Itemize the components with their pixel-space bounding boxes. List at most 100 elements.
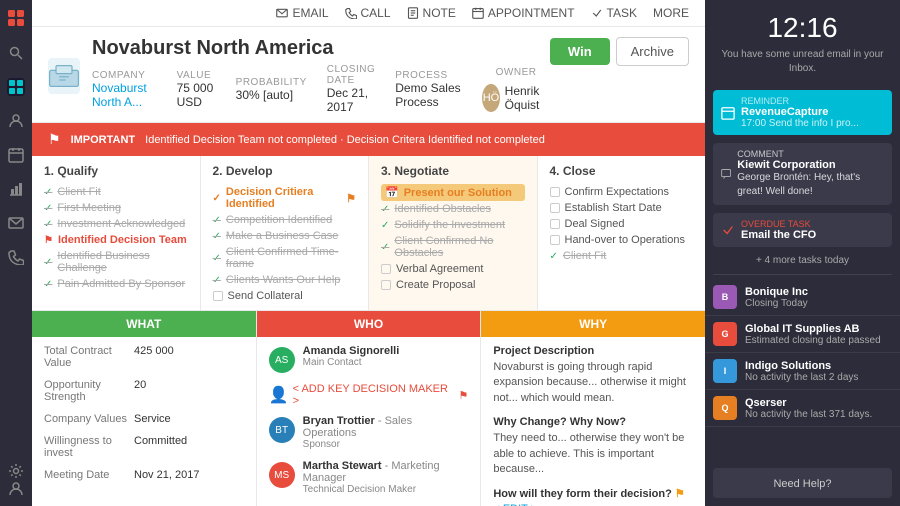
check-icon: ✓	[213, 231, 221, 242]
stage-item[interactable]: ✓ Client Confirmed No Obstacles	[381, 233, 525, 261]
reminder-card[interactable]: REMINDER RevenueCapture 17:00 Send the i…	[713, 90, 892, 135]
sidebar-icon-calendar[interactable]	[7, 146, 25, 164]
stage-negotiate-title: 3. Negotiate	[381, 164, 525, 178]
company-value[interactable]: Novaburst North A...	[92, 81, 157, 109]
stage-item[interactable]: ✓ Pain Admitted By Sponsor	[44, 276, 188, 292]
sidebar-icon-email[interactable]	[7, 214, 25, 232]
stage-item[interactable]: ✓ Competition Identified	[213, 212, 357, 228]
sidebar-icon-people[interactable]	[7, 112, 25, 130]
empty-check-icon	[550, 203, 560, 213]
empty-check-icon	[381, 280, 391, 290]
call-action[interactable]: CALL	[345, 6, 391, 20]
stage-item[interactable]: ✓ Client Fit	[44, 184, 188, 200]
sidebar-icon-chart[interactable]	[7, 180, 25, 198]
task-action[interactable]: TASK	[591, 6, 637, 20]
why-text: They need to... otherwise they won't be …	[493, 431, 693, 477]
company-label: COMPANY	[92, 70, 157, 81]
need-help-button[interactable]: Need Help?	[713, 468, 892, 498]
company-item[interactable]: Q Qserser No activity the last 371 days.	[705, 390, 900, 427]
field-opportunity: Opportunity Strength 20	[44, 379, 244, 403]
empty-check-icon	[381, 264, 391, 274]
add-decision-maker[interactable]: 👤 < ADD KEY DECISION MAKER > ⚑	[269, 383, 469, 407]
field-value: Nov 21, 2017	[134, 469, 199, 481]
check-icon: ✓	[44, 279, 52, 290]
appointment-label: APPOINTMENT	[488, 6, 575, 20]
stage-item-present[interactable]: 📅 Present our Solution	[381, 184, 525, 201]
contact-info: Amanda Signorelli Main Contact	[303, 345, 469, 368]
stage-item[interactable]: ✓ Client Fit	[550, 248, 694, 264]
stage-item[interactable]: ✓ Identified Obstacles	[381, 201, 525, 217]
contact-avatar: MS	[269, 462, 295, 488]
archive-button[interactable]: Archive	[616, 37, 689, 66]
appointment-action[interactable]: APPOINTMENT	[472, 6, 575, 20]
email-label: EMAIL	[292, 6, 328, 20]
stage-item-proposal[interactable]: Create Proposal	[381, 277, 525, 293]
sidebar-icon-crm[interactable]	[7, 78, 25, 96]
win-button[interactable]: Win	[550, 38, 610, 65]
deal-header: Novaburst North America COMPANY Novaburs…	[32, 27, 705, 123]
more-tasks[interactable]: + 4 more tasks today	[705, 251, 900, 270]
field-label: Opportunity Strength	[44, 379, 134, 403]
field-value: 20	[134, 379, 146, 403]
need-help-label: Need Help?	[773, 478, 831, 490]
note-action[interactable]: NOTE	[407, 6, 456, 20]
email-action[interactable]: EMAIL	[276, 6, 328, 20]
note-label: NOTE	[423, 6, 456, 20]
sidebar-icon-search[interactable]	[7, 44, 25, 62]
stage-qualify-title: 1. Qualify	[44, 164, 188, 178]
reminder-info: REMINDER RevenueCapture 17:00 Send the i…	[741, 96, 859, 129]
why-decision: How will they form their decision? ⚑ < E…	[493, 487, 693, 506]
check-icon: ✓	[213, 253, 221, 264]
company-item[interactable]: I Indigo Solutions No activity the last …	[705, 353, 900, 390]
field-label: Company Values	[44, 413, 134, 425]
comment-text: George Brontén: Hey, that's great! Well …	[737, 171, 884, 199]
deal-info: Novaburst North America COMPANY Novaburs…	[92, 37, 550, 114]
company-item[interactable]: G Global IT Supplies AB Estimated closin…	[705, 316, 900, 353]
stage-item[interactable]: Hand-over to Operations	[550, 232, 694, 248]
stage-item[interactable]: Deal Signed	[550, 216, 694, 232]
main-content: EMAIL CALL NOTE APPOINTMENT TASK MORE	[32, 0, 705, 506]
important-banner: ⚑ IMPORTANT Identified Decision Team not…	[32, 123, 705, 156]
add-icon: 👤	[269, 385, 289, 405]
stage-item[interactable]: ✓ Investment Acknowledged	[44, 216, 188, 232]
more-action[interactable]: MORE	[653, 6, 689, 20]
stage-item[interactable]: ✓ Identified Business Challenge	[44, 248, 188, 276]
process-label: PROCESS	[395, 70, 462, 81]
stage-item-decision-team[interactable]: ⚑ Identified Decision Team	[44, 232, 188, 248]
stage-item[interactable]: ✓ Clients Wants Our Help	[213, 272, 357, 288]
stage-close-title: 4. Close	[550, 164, 694, 178]
task-card[interactable]: OVERDUE TASK Email the CFO	[713, 213, 892, 247]
who-header: WHO	[257, 311, 481, 337]
stage-item[interactable]: ✓ Solidify the Investment	[381, 217, 525, 233]
col-what: WHAT Total Contract Value 425 000 Opport…	[32, 311, 257, 506]
contact-martha: MS Martha Stewart - Marketing Manager Te…	[269, 460, 469, 495]
app-logo[interactable]	[6, 8, 26, 28]
field-meeting-date: Meeting Date Nov 21, 2017	[44, 469, 244, 481]
closing-label: CLOSING DATE	[327, 64, 376, 86]
contact-bryan: BT Bryan Trottier - Sales Operations Spo…	[269, 415, 469, 450]
contact-amanda: AS Amanda Signorelli Main Contact	[269, 345, 469, 373]
sidebar-icon-user[interactable]	[7, 480, 25, 498]
stage-item[interactable]: ✓ Client Confirmed Time-frame	[213, 244, 357, 272]
stage-item-decision-criteria[interactable]: ✓ Decision Critiera Identified ⚑	[213, 184, 357, 212]
owner-label: OWNER	[496, 67, 537, 78]
value-value: 75 000 USD	[177, 81, 216, 109]
meta-value: VALUE 75 000 USD	[177, 70, 216, 109]
stage-item[interactable]: ✓ Make a Business Case	[213, 228, 357, 244]
company-sub: Estimated closing date passed	[745, 335, 881, 346]
stage-item[interactable]: Confirm Expectations	[550, 184, 694, 200]
company-icon: B	[713, 285, 737, 309]
contact-name: Martha Stewart - Marketing Manager	[303, 460, 469, 484]
divider	[713, 274, 892, 275]
sidebar-icon-settings[interactable]	[7, 462, 25, 480]
add-label: < ADD KEY DECISION MAKER >	[293, 383, 455, 407]
comment-card[interactable]: COMMENT Kiewit Corporation George Bronté…	[713, 143, 892, 205]
company-item[interactable]: B Bonique Inc Closing Today	[705, 279, 900, 316]
check-icon: ✓	[44, 187, 52, 198]
stage-item-verbal[interactable]: Verbal Agreement	[381, 261, 525, 277]
stage-item-send-collateral[interactable]: Send Collateral	[213, 288, 357, 304]
stage-item[interactable]: ✓ First Meeting	[44, 200, 188, 216]
sidebar-icon-phone[interactable]	[7, 248, 25, 266]
company-name: Indigo Solutions	[745, 360, 858, 372]
stage-item[interactable]: Establish Start Date	[550, 200, 694, 216]
